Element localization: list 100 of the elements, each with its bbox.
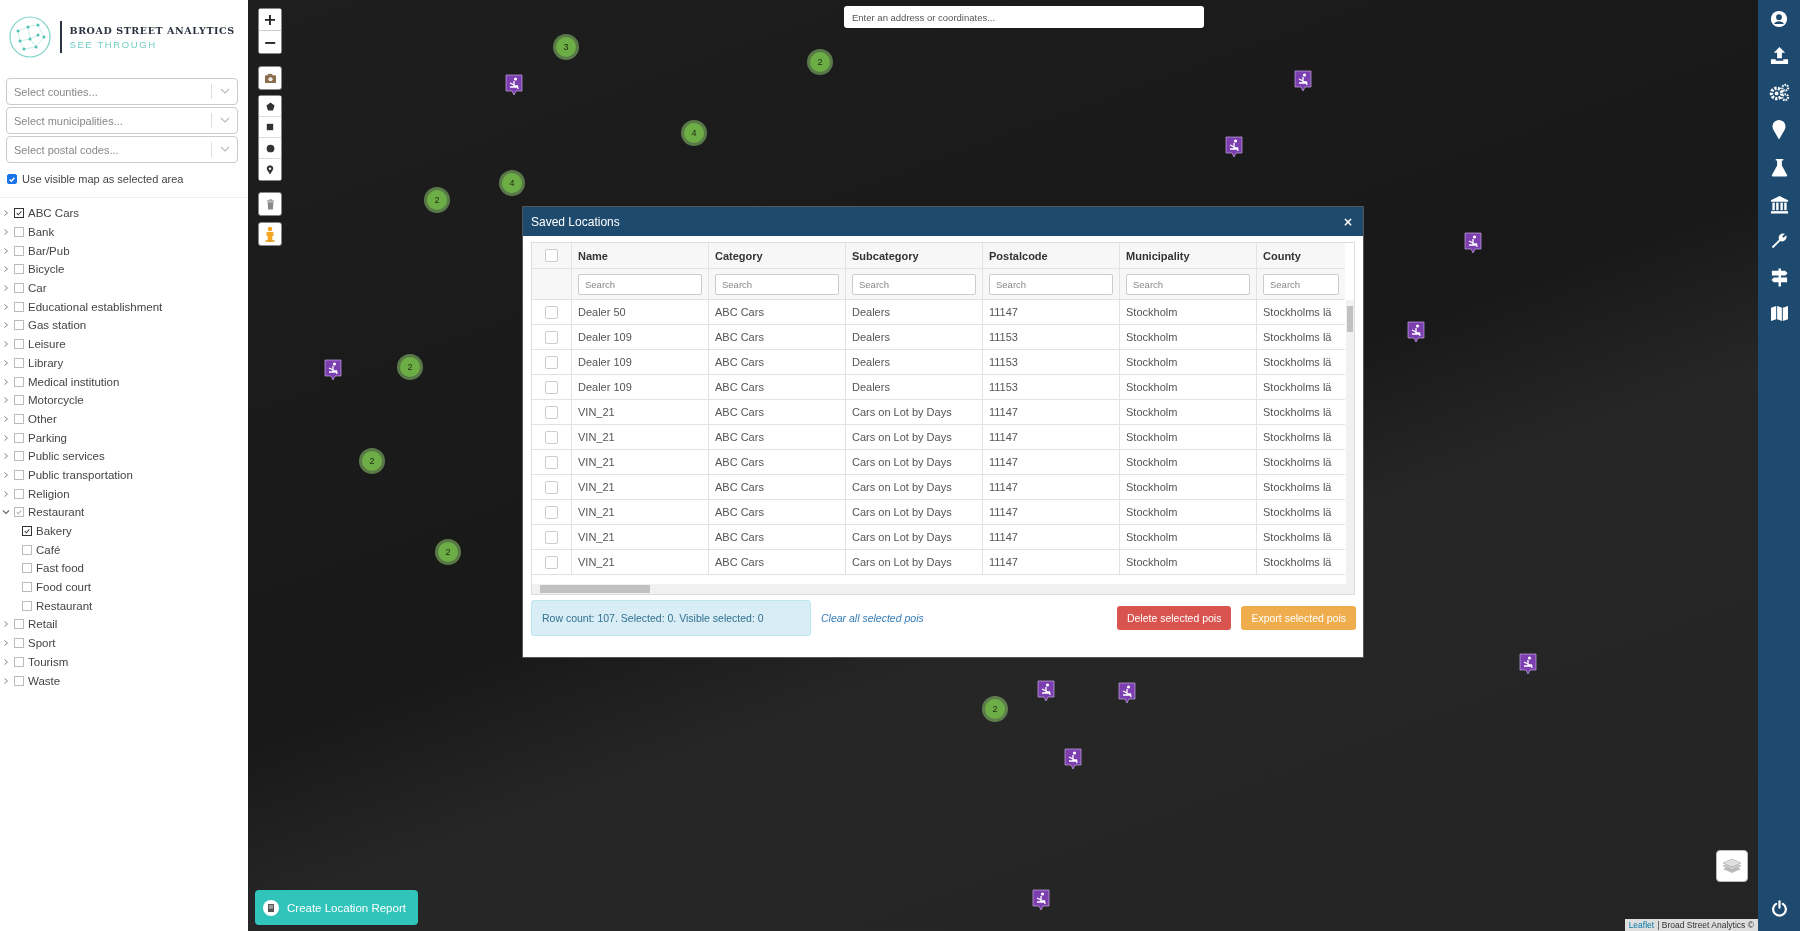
row-checkbox[interactable]	[545, 430, 558, 444]
horizontal-scrollbar[interactable]	[532, 584, 1354, 594]
checkbox[interactable]	[22, 600, 32, 611]
chevron-right-icon[interactable]	[2, 657, 10, 666]
chevron-right-icon[interactable]	[2, 358, 10, 367]
category-label[interactable]: Motorcycle	[28, 394, 84, 407]
chevron-right-icon[interactable]	[2, 209, 10, 218]
checkbox[interactable]	[22, 582, 32, 593]
category-label[interactable]: Educational establishment	[28, 300, 163, 313]
map-marker-icon[interactable]	[1225, 136, 1243, 158]
camera-button[interactable]	[258, 66, 282, 90]
category-label[interactable]: Tourism	[28, 655, 69, 668]
chevron-right-icon[interactable]	[2, 396, 10, 405]
trash-button[interactable]	[258, 192, 282, 216]
checkbox[interactable]	[14, 469, 24, 480]
chevron-right-icon[interactable]	[2, 489, 10, 498]
checkbox[interactable]	[14, 376, 24, 387]
map-marker-icon[interactable]	[1032, 889, 1050, 911]
column-header[interactable]: Municipality	[1126, 249, 1190, 262]
checkbox[interactable]	[14, 320, 24, 331]
zoom-in-button[interactable]: +	[259, 9, 281, 31]
chevron-right-icon[interactable]	[2, 470, 10, 479]
checkbox[interactable]	[7, 174, 17, 184]
column-header[interactable]: Category	[715, 249, 763, 262]
checkbox[interactable]	[14, 357, 24, 368]
chevron-right-icon[interactable]	[2, 414, 10, 423]
user-icon[interactable]	[1770, 10, 1788, 28]
map-marker-icon[interactable]	[1407, 321, 1425, 343]
power-icon[interactable]	[1770, 900, 1788, 917]
category-label[interactable]: Café	[36, 543, 61, 556]
row-checkbox[interactable]	[545, 530, 558, 544]
category-label[interactable]: ABC Cars	[28, 207, 80, 220]
checkbox[interactable]	[14, 432, 24, 443]
column-search-field[interactable]: Search	[715, 273, 839, 295]
flask-icon[interactable]	[1770, 158, 1788, 177]
chevron-right-icon[interactable]	[2, 321, 10, 330]
row-checkbox[interactable]	[545, 330, 558, 344]
checkbox[interactable]	[14, 227, 24, 238]
category-label[interactable]: Car	[28, 282, 47, 295]
checkbox[interactable]	[22, 563, 32, 574]
map-marker-icon[interactable]	[324, 359, 342, 381]
chevron-right-icon[interactable]	[2, 452, 10, 461]
column-header[interactable]: County	[1263, 249, 1301, 262]
chevron-right-icon[interactable]	[2, 639, 10, 648]
layers-button[interactable]	[1716, 850, 1748, 882]
chevron-right-icon[interactable]	[2, 433, 10, 442]
signpost-icon[interactable]	[1769, 268, 1789, 287]
map-marker-icon[interactable]	[1519, 653, 1537, 675]
clear-selection-link[interactable]: Clear all selected pois	[821, 612, 924, 624]
category-label[interactable]: Public transportation	[28, 468, 133, 481]
row-checkbox[interactable]	[545, 505, 558, 519]
chevron-right-icon[interactable]	[2, 284, 10, 293]
map-marker-icon[interactable]	[505, 74, 523, 96]
checkbox[interactable]	[14, 395, 24, 406]
filter-select-field[interactable]: Select postal codes...	[6, 136, 238, 163]
column-search-field[interactable]: Search	[852, 273, 976, 295]
column-search-field[interactable]: Search	[578, 273, 702, 295]
category-label[interactable]: Restaurant	[28, 506, 85, 519]
row-checkbox[interactable]	[545, 555, 558, 569]
row-checkbox[interactable]	[545, 405, 558, 419]
checkbox[interactable]	[14, 301, 24, 312]
category-label[interactable]: Library	[28, 356, 64, 369]
category-label[interactable]: Leisure	[28, 338, 66, 351]
column-header[interactable]: Subcategory	[852, 249, 919, 262]
row-checkbox[interactable]	[545, 455, 558, 469]
chevron-right-icon[interactable]	[2, 377, 10, 386]
wrench-icon[interactable]	[1770, 232, 1788, 250]
row-checkbox[interactable]	[545, 380, 558, 394]
chevron-right-icon[interactable]	[2, 228, 10, 237]
chevron-right-icon[interactable]	[2, 265, 10, 274]
category-label[interactable]: Fast food	[36, 562, 84, 575]
checkbox[interactable]	[14, 245, 24, 256]
category-label[interactable]: Restaurant	[36, 599, 93, 612]
partial-checkbox[interactable]	[14, 507, 24, 518]
select-all-checkbox[interactable]	[545, 249, 558, 262]
filter-select-field[interactable]: Select municipalities...	[6, 107, 238, 134]
category-label[interactable]: Waste	[28, 674, 61, 687]
checkbox[interactable]	[14, 283, 24, 294]
bank-icon[interactable]	[1769, 195, 1789, 214]
checkbox[interactable]	[14, 675, 24, 686]
category-label[interactable]: Parking	[28, 431, 67, 444]
category-label[interactable]: Other	[28, 412, 57, 425]
column-search-field[interactable]: Search	[1263, 273, 1339, 295]
checkbox[interactable]	[14, 656, 24, 667]
map-icon[interactable]	[1769, 305, 1789, 322]
checkbox[interactable]	[14, 339, 24, 350]
person-button[interactable]	[258, 222, 282, 246]
row-checkbox[interactable]	[545, 355, 558, 369]
checkbox[interactable]	[14, 638, 24, 649]
upload-icon[interactable]	[1769, 46, 1789, 65]
map-marker-icon[interactable]	[1294, 70, 1312, 92]
map-marker-icon[interactable]	[1464, 232, 1482, 254]
vertical-scrollbar[interactable]	[1346, 300, 1354, 584]
column-header[interactable]: Postalcode	[989, 249, 1048, 262]
category-label[interactable]: Religion	[28, 487, 70, 500]
category-label[interactable]: Sport	[28, 637, 56, 650]
chevron-right-icon[interactable]	[2, 302, 10, 311]
delete-selected-button[interactable]: Delete selected pois	[1116, 606, 1232, 630]
map-marker-icon[interactable]	[1037, 680, 1055, 702]
checkbox[interactable]	[14, 451, 24, 462]
